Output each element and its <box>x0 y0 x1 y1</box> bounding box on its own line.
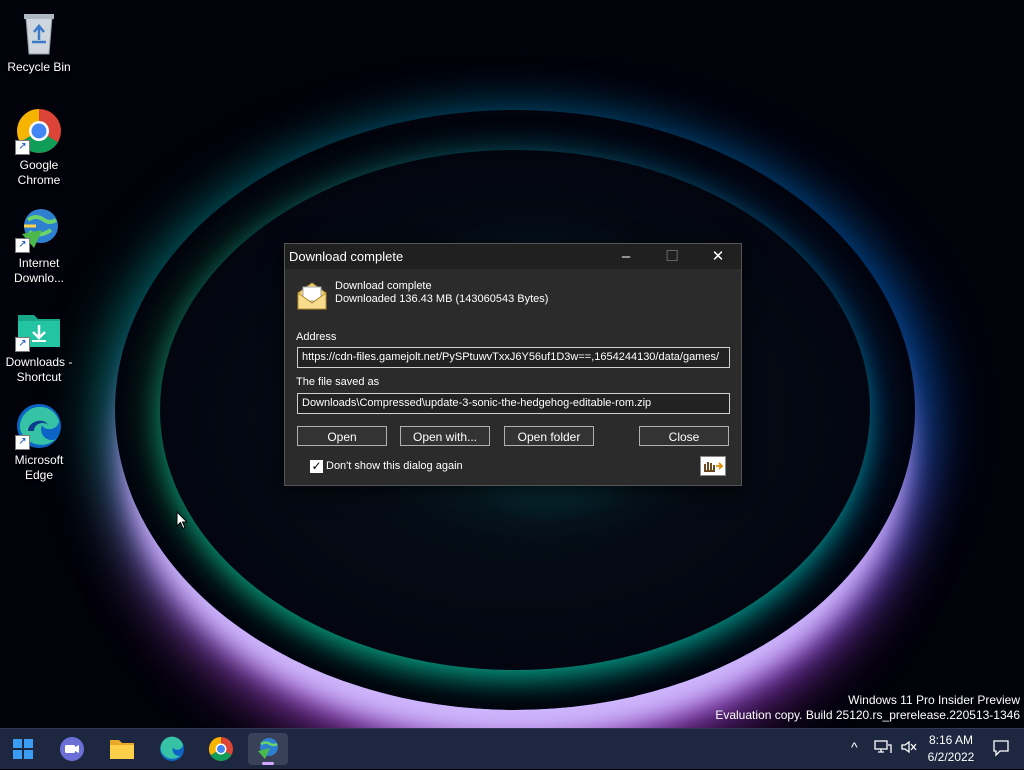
dialog-titlebar[interactable]: Download complete – ☐ ✕ <box>285 244 741 269</box>
edge-icon: ↗ <box>14 401 64 451</box>
window-close-button[interactable]: ✕ <box>695 244 741 269</box>
recycle-bin-icon <box>14 8 64 58</box>
clock-date: 6/2/2022 <box>927 750 975 764</box>
desktop-icon-label: Recycle Bin <box>7 60 71 74</box>
close-button[interactable]: Close <box>639 426 729 446</box>
hand-drag-icon <box>704 462 724 472</box>
desktop-icon-label: Google Chrome <box>17 158 61 187</box>
desktop-icon-google-chrome[interactable]: ↗ Google Chrome <box>0 106 78 188</box>
download-complete-dialog: Download complete – ☐ ✕ Download complet… <box>284 243 742 486</box>
start-button[interactable] <box>3 733 43 765</box>
taskbar-chrome[interactable] <box>201 733 241 765</box>
clock[interactable]: 8:16 AM 6/2/2022 <box>924 732 978 766</box>
dont-show-checkbox[interactable]: ✓ <box>310 460 323 473</box>
saved-path-field[interactable]: Downloads\Compressed\update-3-sonic-the-… <box>297 393 730 414</box>
watermark-line-1: Windows 11 Pro Insider Preview <box>848 693 1020 707</box>
desktop-icon-downloads-shortcut[interactable]: ↗ Downloads - Shortcut <box>0 303 78 385</box>
dialog-title: Download complete <box>289 249 404 264</box>
taskbar-idm[interactable] <box>248 733 288 765</box>
address-field[interactable]: https://cdn-files.gamejolt.net/PySPtuwvT… <box>297 347 730 368</box>
desktop-icon-label: Microsoft Edge <box>14 453 64 482</box>
desktop-icon-microsoft-edge[interactable]: ↗ Microsoft Edge <box>0 401 78 483</box>
desktop-icon-recycle-bin[interactable]: Recycle Bin <box>0 8 78 75</box>
minimize-icon: – <box>621 248 631 265</box>
desktop-icon-label: Downloads - Shortcut <box>5 355 73 384</box>
chrome-icon <box>208 737 233 762</box>
desktop-icon-label: Internet Downlo... <box>13 256 65 285</box>
close-icon: ✕ <box>711 248 725 265</box>
windows-logo-icon <box>13 739 33 759</box>
volume-muted-icon[interactable] <box>900 739 918 758</box>
taskbar: ^ 8:16 AM 6/2/2022 <box>0 728 1024 769</box>
mouse-cursor-icon <box>176 511 188 530</box>
idm-globe-icon <box>258 738 278 759</box>
shortcut-arrow-icon: ↗ <box>15 238 30 253</box>
windows-watermark: Windows 11 Pro Insider Preview Evaluatio… <box>715 693 1020 723</box>
clock-time: 8:16 AM <box>928 733 974 747</box>
downloads-folder-icon: ↗ <box>14 303 64 353</box>
taskbar-teams-chat[interactable] <box>52 733 92 765</box>
folder-icon <box>110 740 134 759</box>
status-heading: Download complete <box>335 280 432 292</box>
chrome-icon: ↗ <box>14 106 64 156</box>
shortcut-arrow-icon: ↗ <box>15 435 30 450</box>
open-with-button[interactable]: Open with... <box>400 426 490 446</box>
minimize-button[interactable]: – <box>603 244 649 269</box>
saved-as-label: The file saved as <box>296 376 380 388</box>
idm-globe-icon: ↗ <box>14 204 64 254</box>
desktop-background: Recycle Bin ↗ Google Chrome ↗ Internet D… <box>0 0 1024 728</box>
dont-show-label: Don't show this dialog again <box>326 460 463 472</box>
notifications-icon[interactable] <box>992 739 1010 760</box>
status-detail: Downloaded 136.43 MB (143060543 Bytes) <box>335 293 549 305</box>
network-icon[interactable] <box>874 739 892 758</box>
chat-camera-icon <box>60 737 84 761</box>
desktop-icon-internet-download-manager[interactable]: ↗ Internet Downlo... <box>0 204 78 286</box>
edge-icon <box>160 736 184 761</box>
drag-to-hand-button[interactable] <box>700 456 726 476</box>
maximize-button: ☐ <box>649 244 695 269</box>
maximize-icon: ☐ <box>665 248 679 265</box>
watermark-line-2: Evaluation copy. Build 25120.rs_prerelea… <box>715 708 1020 722</box>
taskbar-edge[interactable] <box>152 733 192 765</box>
shortcut-arrow-icon: ↗ <box>15 140 30 155</box>
open-folder-button[interactable]: Open folder <box>504 426 594 446</box>
show-hidden-icons-chevron-icon[interactable]: ^ <box>851 739 858 755</box>
shortcut-arrow-icon: ↗ <box>15 337 30 352</box>
checkmark-icon: ✓ <box>311 459 322 473</box>
taskbar-file-explorer[interactable] <box>102 733 142 765</box>
open-button[interactable]: Open <box>297 426 387 446</box>
address-label: Address <box>296 331 337 343</box>
envelope-open-icon <box>296 279 328 314</box>
